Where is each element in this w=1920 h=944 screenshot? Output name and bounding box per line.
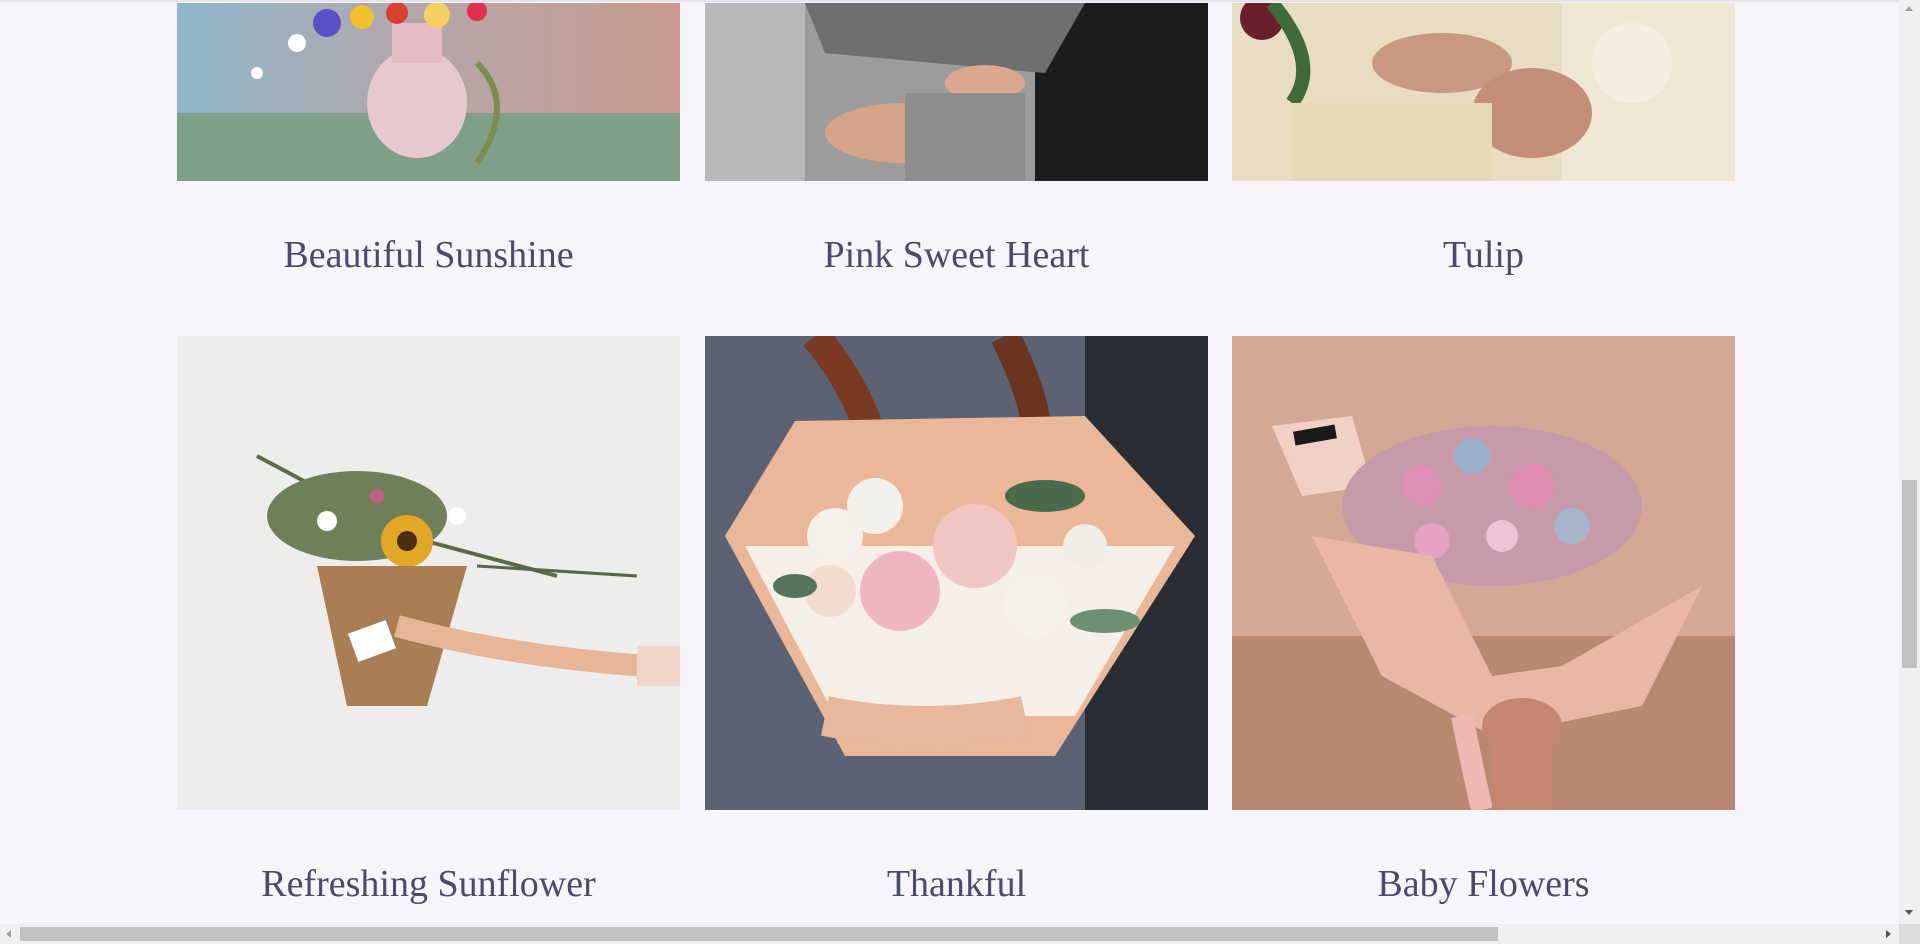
scroll-left-arrow-icon[interactable] [6,930,11,938]
product-title[interactable]: Beautiful Sunshine [177,233,680,277]
product-card-pink-sweet-heart[interactable]: Pink Sweet Heart [705,3,1208,276]
product-title[interactable]: Refreshing Sunflower [177,862,680,906]
product-image[interactable] [1232,3,1735,181]
product-title[interactable]: Baby Flowers [1232,862,1735,906]
scroll-right-arrow-icon[interactable] [1886,930,1891,938]
product-title[interactable]: Tulip [1232,233,1735,277]
product-image[interactable] [705,336,1208,810]
product-card-refreshing-sunflower[interactable]: Refreshing Sunflower [177,336,680,905]
vertical-scroll-thumb[interactable] [1902,480,1917,668]
product-title[interactable]: Thankful [705,862,1208,906]
product-image[interactable] [1232,336,1735,810]
product-image[interactable] [177,336,680,810]
product-card-tulip[interactable]: Tulip [1232,3,1735,276]
product-card-thankful[interactable]: Thankful [705,336,1208,905]
top-divider [0,0,1899,2]
product-card-baby-flowers[interactable]: Baby Flowers [1232,336,1735,905]
horizontal-scroll-thumb[interactable] [20,927,1498,941]
scroll-up-arrow-icon[interactable] [1905,6,1913,11]
horizontal-scrollbar[interactable] [0,924,1899,944]
page-viewport: Beautiful Sunshine Pink Sweet Heart Tuli… [0,0,1899,924]
product-image[interactable] [177,3,680,181]
vertical-scrollbar[interactable] [1899,0,1920,924]
scrollbar-corner [1899,924,1920,944]
product-title[interactable]: Pink Sweet Heart [705,233,1208,277]
scroll-down-arrow-icon[interactable] [1905,910,1913,915]
product-card-beautiful-sunshine[interactable]: Beautiful Sunshine [177,3,680,276]
product-image[interactable] [705,3,1208,181]
